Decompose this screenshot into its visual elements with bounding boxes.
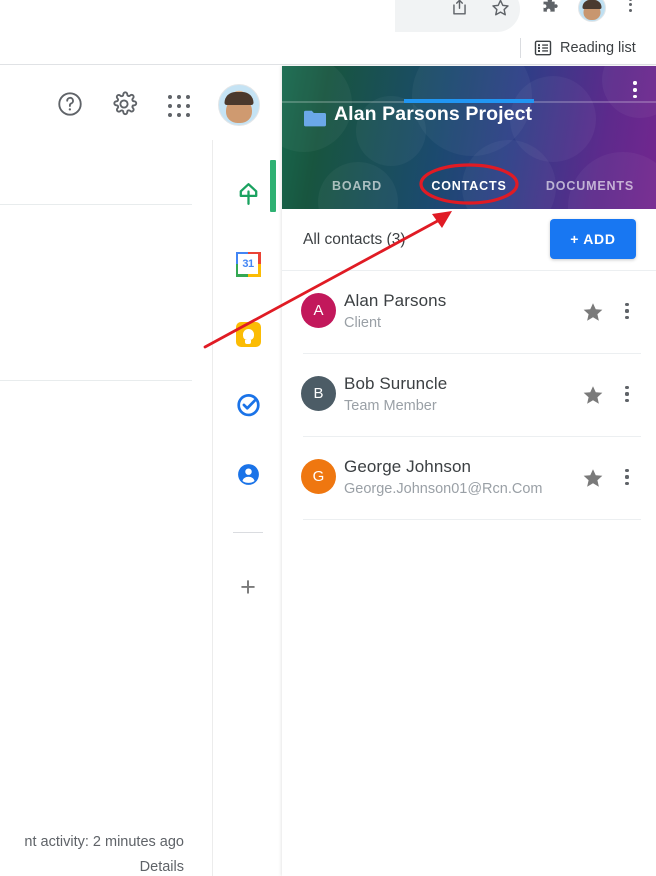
help-circle-icon[interactable] — [56, 90, 84, 118]
avatar: B — [301, 376, 336, 411]
contact-overflow-menu-icon[interactable] — [619, 383, 635, 407]
reading-list-label[interactable]: Reading list — [560, 38, 636, 58]
side-app-rail: 31 + — [212, 140, 282, 876]
table-row[interactable]: B Bob Suruncle Team Member — [282, 354, 656, 437]
details-link[interactable]: Details — [0, 857, 184, 876]
green-tree-icon — [236, 181, 261, 207]
tab-board[interactable]: BOARD — [296, 172, 418, 209]
rail-item-contacts[interactable] — [227, 453, 269, 495]
google-contacts-icon — [236, 462, 261, 487]
contact-name: Bob Suruncle — [344, 374, 448, 393]
contact-overflow-menu-icon[interactable] — [619, 300, 635, 324]
bookmarks-divider — [520, 38, 521, 58]
google-calendar-icon: 31 — [235, 251, 261, 277]
content-divider — [0, 380, 192, 381]
bookmarks-bar: Reading list — [0, 32, 656, 65]
folder-icon — [304, 110, 326, 127]
reading-list-icon[interactable] — [533, 38, 553, 58]
add-contact-button[interactable]: + ADD — [550, 219, 636, 259]
avatar: G — [301, 459, 336, 494]
tab-active-underline — [404, 99, 534, 103]
rail-add-button[interactable]: + — [227, 566, 269, 608]
rail-item-calendar[interactable]: 31 — [227, 243, 269, 285]
rail-item-streak[interactable] — [227, 173, 269, 215]
panel-active-accent-bar — [270, 160, 276, 212]
gear-icon[interactable] — [110, 90, 138, 118]
screenshot-root: Reading list nt activity: 2 minutes ago … — [0, 0, 656, 876]
tab-contacts[interactable]: CONTACTS — [404, 172, 534, 209]
contact-name: Alan Parsons — [344, 291, 447, 310]
google-tasks-icon — [236, 392, 261, 417]
calendar-day-number: 31 — [238, 254, 258, 274]
tab-documents[interactable]: DOCUMENTS — [528, 172, 652, 209]
puzzle-piece-icon[interactable] — [539, 0, 563, 19]
profile-avatar[interactable] — [578, 0, 606, 22]
table-row[interactable]: A Alan Parsons Client — [282, 271, 656, 354]
page-title: Alan Parsons Project — [334, 103, 533, 125]
addon-panel: Alan Parsons Project BOARD CONTACTS DOCU… — [282, 66, 656, 876]
chrome-menu-icon[interactable] — [621, 0, 639, 19]
contact-overflow-menu-icon[interactable] — [619, 466, 635, 490]
account-avatar[interactable] — [218, 84, 260, 126]
rail-item-tasks[interactable] — [227, 383, 269, 425]
rail-divider — [233, 532, 263, 533]
panel-tabs: BOARD CONTACTS DOCUMENTS — [282, 172, 656, 209]
star-icon[interactable] — [582, 467, 604, 489]
google-apps-grid-icon[interactable] — [166, 92, 192, 118]
table-row[interactable]: G George Johnson George.Johnson01@Rcn.Co… — [282, 437, 656, 520]
contact-subtitle: Team Member — [344, 398, 437, 414]
contacts-list-header: All contacts (3) + ADD — [282, 209, 656, 271]
panel-header: Alan Parsons Project BOARD CONTACTS DOCU… — [282, 66, 656, 209]
panel-body: All contacts (3) + ADD A Alan Parsons Cl… — [282, 209, 656, 876]
all-contacts-count: All contacts (3) — [303, 231, 406, 248]
browser-toolbar — [0, 0, 656, 32]
avatar: A — [301, 293, 336, 328]
bookmark-star-icon[interactable] — [489, 0, 511, 18]
contact-subtitle: Client — [344, 315, 382, 331]
star-icon[interactable] — [582, 301, 604, 323]
main-content-area: nt activity: 2 minutes ago Details — [0, 140, 212, 876]
contact-subtitle: George.Johnson01@Rcn.Com — [344, 481, 543, 497]
row-divider — [303, 519, 641, 520]
last-activity-text: nt activity: 2 minutes ago — [24, 834, 184, 850]
rail-item-keep[interactable] — [227, 313, 269, 355]
google-keep-icon — [235, 321, 261, 347]
content-divider — [0, 204, 192, 205]
star-icon[interactable] — [582, 384, 604, 406]
contact-name: George Johnson — [344, 457, 472, 476]
share-icon[interactable] — [448, 0, 470, 18]
